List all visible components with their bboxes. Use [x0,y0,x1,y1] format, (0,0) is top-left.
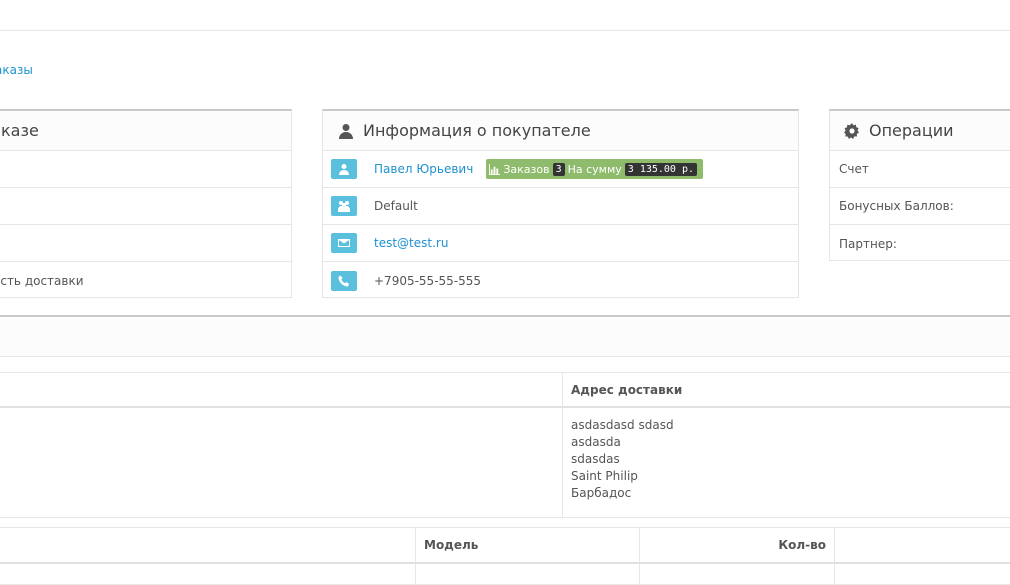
order-row-2 [0,188,291,225]
address-col-left-header [0,373,563,408]
operations-invoice-row: Счет [830,151,1010,188]
price-col-header [835,528,1010,564]
product-col-header [0,528,416,564]
address-table: Адрес доставки asdasdasd sdasd asdasda s… [0,372,1010,518]
price-cell [835,563,1010,585]
operations-panel-heading: Операции [830,111,1010,151]
model-cell [416,563,640,585]
customer-group: Default [374,199,418,213]
customer-email-link[interactable]: test@test.ru [374,236,448,250]
operations-panel: Операции Счет Бонусных Баллов: Партнер: [829,109,1010,261]
payment-address-cell [0,407,563,518]
customer-name-row: Павел Юрьевич Заказов 3 На сумму 3 135.0… [323,151,798,188]
shipping-address-header: Адрес доставки [563,373,1010,408]
address-line: Барбадос [571,485,1010,502]
bar-chart-icon [489,164,500,175]
products-table: Модель Кол-во [0,527,1010,585]
sum-label: На сумму [568,163,622,176]
address-line: sdasdas [571,451,1010,468]
sum-value-badge: 3 135.00 р. [625,163,697,176]
order-row-3[interactable] [0,225,291,262]
operations-partner-row: Партнер: [830,225,1010,262]
order-row-shipping-cost: ость доставки [0,262,291,299]
address-line: asdasda [571,434,1010,451]
address-line: Saint Philip [571,468,1010,485]
model-col-header: Модель [416,528,640,564]
customer-phone-row: +7905-55-55-555 [323,262,798,299]
order-panel-title: казе [0,111,291,151]
user-icon [338,123,354,139]
customer-panel-title: Информация о покупателе [363,121,591,140]
customer-email-row: test@test.ru [323,225,798,262]
orders-count-badge: 3 [553,163,565,176]
customer-phone: +7905-55-55-555 [374,274,481,288]
customer-group-row: Default [323,188,798,225]
customer-name-link[interactable]: Павел Юрьевич [374,162,473,176]
product-cell [0,563,416,585]
orders-summary-label: Заказов 3 На сумму 3 135.00 р. [486,159,703,179]
operations-bonus-row: Бонусных Баллов: [830,188,1010,225]
orders-label: Заказов [503,163,549,176]
order-row-1 [0,151,291,188]
customer-info-panel: Информация о покупателе Павел Юрьевич За… [322,109,799,298]
users-group-icon [331,196,357,216]
top-header-bar [0,0,1010,31]
address-line: asdasdasd sdasd [571,417,1010,434]
phone-icon [331,271,357,291]
user-icon [331,159,357,179]
quantity-col-header: Кол-во [640,528,835,564]
order-content-panel: Адрес доставки asdasdasd sdasd asdasda s… [0,315,1010,585]
customer-panel-heading: Информация о покупателе [323,111,798,151]
quantity-cell [640,563,835,585]
order-details-panel: казе ость доставки [0,109,292,298]
envelope-icon [331,233,357,253]
shipping-address-cell: asdasdasd sdasd asdasda sdasdas Saint Ph… [563,407,1010,518]
operations-panel-title: Операции [869,121,954,140]
gear-icon [844,123,860,139]
order-content-heading [0,317,1010,357]
breadcrumb-orders-link[interactable]: аказы [0,63,33,77]
